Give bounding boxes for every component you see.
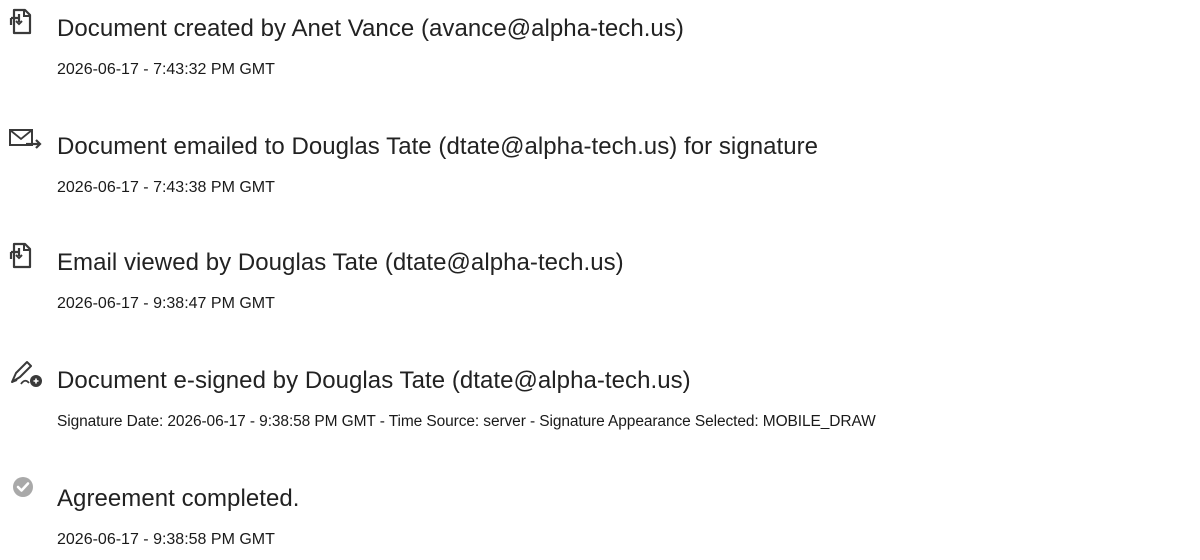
history-event-signed: Document e-signed by Douglas Tate (dtate…	[0, 352, 1200, 442]
event-title: Document created by Anet Vance (avance@a…	[57, 15, 684, 42]
event-title: Agreement completed.	[57, 485, 300, 512]
history-event-viewed: Email viewed by Douglas Tate (dtate@alph…	[0, 234, 1200, 324]
event-title: Document emailed to Douglas Tate (dtate@…	[57, 133, 819, 160]
agreement-completed-check-icon	[8, 474, 48, 506]
e-sign-pen-icon	[8, 356, 48, 388]
email-sent-icon	[8, 122, 48, 154]
history-event-completed: Agreement completed. 2026-06-17 - 9:38:5…	[0, 470, 1200, 560]
event-signature-details: Signature Date: 2026-06-17 - 9:38:58 PM …	[57, 413, 876, 430]
event-timestamp: 2026-06-17 - 7:43:32 PM GMT	[57, 61, 275, 78]
event-timestamp: 2026-06-17 - 9:38:47 PM GMT	[57, 295, 275, 312]
email-viewed-icon	[8, 238, 48, 270]
event-timestamp: 2026-06-17 - 9:38:58 PM GMT	[57, 531, 275, 548]
document-created-icon	[8, 4, 48, 36]
history-event-emailed: Document emailed to Douglas Tate (dtate@…	[0, 118, 1200, 208]
event-title: Document e-signed by Douglas Tate (dtate…	[57, 367, 691, 394]
event-timestamp: 2026-06-17 - 7:43:38 PM GMT	[57, 179, 275, 196]
audit-history-list: Document created by Anet Vance (avance@a…	[0, 0, 1200, 548]
history-event-created: Document created by Anet Vance (avance@a…	[0, 0, 1200, 90]
event-title: Email viewed by Douglas Tate (dtate@alph…	[57, 249, 624, 276]
